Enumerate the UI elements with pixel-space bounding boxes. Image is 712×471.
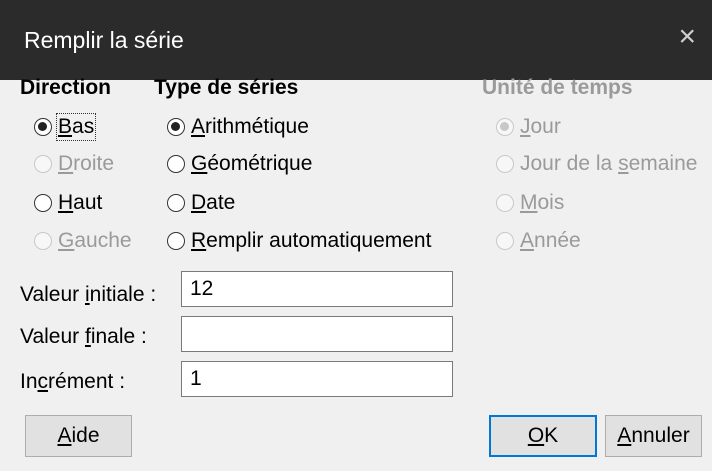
close-icon[interactable]: × [678,22,696,52]
radio-type-remplir-auto[interactable]: Remplir automatiquement [167,226,431,256]
title-bar: Remplir la série × [0,0,712,80]
radio-label: Arithmétique [191,115,309,138]
radio-label: Jour [520,115,561,138]
radio-indicator[interactable] [167,155,185,173]
time-unit-header: Unité de temps [482,76,633,99]
start-value-label: Valeur initiale : [20,283,157,306]
radio-unit-jour-semaine[interactable]: Jour de la semaine [496,149,697,179]
cancel-button[interactable]: Annuler [605,415,702,457]
radio-label: Année [520,229,581,252]
radio-direction-gauche[interactable]: Gauche [34,226,132,256]
series-type-header: Type de séries [154,76,299,99]
radio-indicator[interactable] [496,155,514,173]
radio-type-geometrique[interactable]: Géométrique [167,149,312,179]
radio-label: Géométrique [191,152,313,175]
radio-indicator[interactable] [34,232,52,250]
radio-indicator[interactable] [167,194,185,212]
radio-indicator[interactable] [496,194,514,212]
dialog-title: Remplir la série [24,27,184,53]
radio-direction-haut[interactable]: Haut [34,188,102,218]
radio-label: Haut [58,191,103,214]
radio-label: Bas [55,113,97,141]
radio-indicator[interactable] [496,118,514,136]
radio-label: Jour de la semaine [520,152,698,175]
radio-indicator[interactable] [167,118,185,136]
increment-label: Incrément : [20,370,126,393]
radio-type-arithmetique[interactable]: Arithmétique [167,112,309,142]
radio-type-date[interactable]: Date [167,188,235,218]
radio-indicator[interactable] [167,232,185,250]
end-value-label: Valeur finale : [20,325,147,348]
help-button[interactable]: Aide [25,415,132,457]
fill-series-dialog: Remplir la série × Direction Bas Droite … [0,0,712,471]
radio-direction-bas[interactable]: Bas [34,112,97,142]
direction-header: Direction [20,76,112,99]
radio-unit-annee[interactable]: Année [496,226,581,256]
increment-input[interactable] [181,361,453,397]
start-value-input[interactable] [181,271,453,307]
radio-label: Gauche [58,229,132,252]
ok-button[interactable]: OK [489,415,597,457]
radio-label: Date [191,191,236,214]
radio-indicator[interactable] [34,194,52,212]
radio-indicator[interactable] [34,118,52,136]
radio-indicator[interactable] [496,232,514,250]
radio-indicator[interactable] [34,155,52,173]
radio-label: Remplir automatiquement [191,229,432,252]
radio-unit-mois[interactable]: Mois [496,188,564,218]
radio-label: Mois [520,191,565,214]
radio-unit-jour[interactable]: Jour [496,112,561,142]
radio-direction-droite[interactable]: Droite [34,149,114,179]
radio-label: Droite [58,152,115,175]
end-value-input[interactable] [181,316,453,352]
